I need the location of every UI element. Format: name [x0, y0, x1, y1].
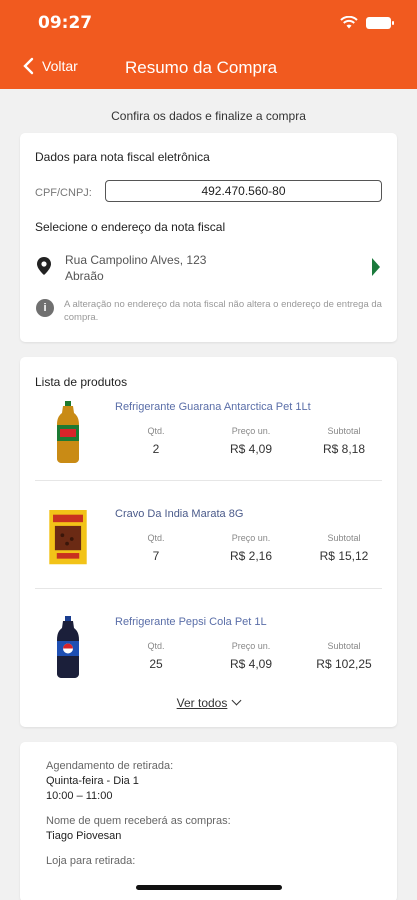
- chevron-down-icon: [231, 695, 242, 706]
- location-pin-icon: [37, 257, 51, 275]
- subtotal-column: Subtotal R$ 102,25: [308, 641, 380, 671]
- qty-label: Qtd.: [147, 533, 165, 543]
- invoice-section-title: Dados para nota fiscal eletrônica: [35, 150, 210, 164]
- schedule-day: Quinta-feira - Dia 1: [46, 775, 139, 787]
- cpf-field[interactable]: 492.470.560-80: [105, 180, 382, 202]
- store-label: Loja para retirada:: [46, 855, 136, 867]
- receiver-name: Tiago Piovesan: [46, 830, 122, 842]
- page-title: Resumo da Compra: [125, 58, 278, 77]
- subtotal-label: Subtotal: [327, 641, 361, 651]
- product-item[interactable]: Refrigerante Guarana Antarctica Pet 1Lt …: [20, 401, 397, 508]
- chevron-left-icon: [23, 57, 34, 75]
- qty-label: Qtd.: [147, 641, 165, 651]
- unit-price-label: Preço un.: [231, 641, 271, 651]
- app-header: 09:27 Voltar Resumo da Compra: [0, 0, 417, 89]
- qty-value: 7: [152, 549, 160, 563]
- invoice-card: Dados para nota fiscal eletrônica CPF/CN…: [20, 133, 397, 342]
- qty-column: Qtd. 25: [136, 641, 176, 671]
- schedule-time: 10:00 – 11:00: [46, 790, 113, 802]
- subtotal-value: R$ 102,25: [316, 657, 372, 671]
- pickup-card: Agendamento de retirada: Quinta-feira - …: [20, 742, 397, 900]
- subtotal-label: Subtotal: [327, 533, 361, 543]
- wifi-icon: [340, 16, 358, 29]
- see-all-label: Ver todos: [176, 696, 228, 710]
- subtotal-column: Subtotal R$ 15,12: [308, 533, 380, 563]
- see-all-button[interactable]: Ver todos: [20, 695, 397, 710]
- qty-label: Qtd.: [147, 426, 165, 436]
- qty-column: Qtd. 2: [136, 426, 176, 456]
- divider: [35, 588, 382, 589]
- product-name: Cravo Da India Marata 8G: [115, 508, 244, 520]
- qty-value: 25: [149, 657, 163, 671]
- guarana-bottle-image: [57, 401, 79, 463]
- page-subtitle: Confira os dados e finalize a compra: [111, 109, 306, 123]
- subtotal-value: R$ 8,18: [322, 442, 366, 456]
- unit-price-column: Preço un. R$ 4,09: [216, 641, 286, 671]
- unit-price-value: R$ 4,09: [229, 657, 273, 671]
- unit-price-column: Preço un. R$ 2,16: [216, 533, 286, 563]
- product-item[interactable]: Cravo Da India Marata 8G Qtd. 7 Preço un…: [20, 508, 397, 615]
- cravo-package-image: [49, 510, 87, 565]
- unit-price-column: Preço un. R$ 4,09: [216, 426, 286, 456]
- address-line1: Rua Campolino Alves, 123: [65, 253, 207, 267]
- arrow-right-icon[interactable]: [372, 258, 380, 276]
- status-icons: [340, 16, 394, 29]
- status-time: 09:27: [38, 13, 93, 33]
- divider: [35, 480, 382, 481]
- qty-column: Qtd. 7: [136, 533, 176, 563]
- product-name: Refrigerante Guarana Antarctica Pet 1Lt: [115, 401, 311, 413]
- back-label: Voltar: [42, 58, 78, 74]
- unit-price-value: R$ 2,16: [229, 549, 273, 563]
- qty-value: 2: [152, 442, 160, 456]
- subtotal-label: Subtotal: [327, 426, 361, 436]
- subtotal-column: Subtotal R$ 8,18: [308, 426, 380, 456]
- products-section-title: Lista de produtos: [35, 375, 128, 389]
- subtotal-value: R$ 15,12: [319, 549, 369, 563]
- battery-icon: [366, 16, 394, 29]
- back-button[interactable]: Voltar: [22, 57, 78, 75]
- product-name: Refrigerante Pepsi Cola Pet 1L: [115, 616, 267, 628]
- info-icon: i: [36, 299, 54, 317]
- receiver-label: Nome de quem receberá as compras:: [46, 815, 231, 827]
- home-indicator[interactable]: [136, 885, 282, 890]
- address-section-title: Selecione o endereço da nota fiscal: [35, 220, 226, 234]
- unit-price-label: Preço un.: [231, 533, 271, 543]
- info-text: A alteração no endereço da nota fiscal n…: [64, 299, 382, 323]
- schedule-label: Agendamento de retirada:: [46, 760, 174, 772]
- address-line2: Abraão: [65, 269, 104, 283]
- unit-price-label: Preço un.: [231, 426, 271, 436]
- unit-price-value: R$ 4,09: [229, 442, 273, 456]
- address-option[interactable]: Rua Campolino Alves, 123 Abraão: [65, 252, 206, 284]
- products-card: Lista de produtos Refrigerante Guarana A…: [20, 357, 397, 727]
- pepsi-bottle-image: [57, 616, 79, 678]
- cpf-label: CPF/CNPJ:: [35, 187, 92, 199]
